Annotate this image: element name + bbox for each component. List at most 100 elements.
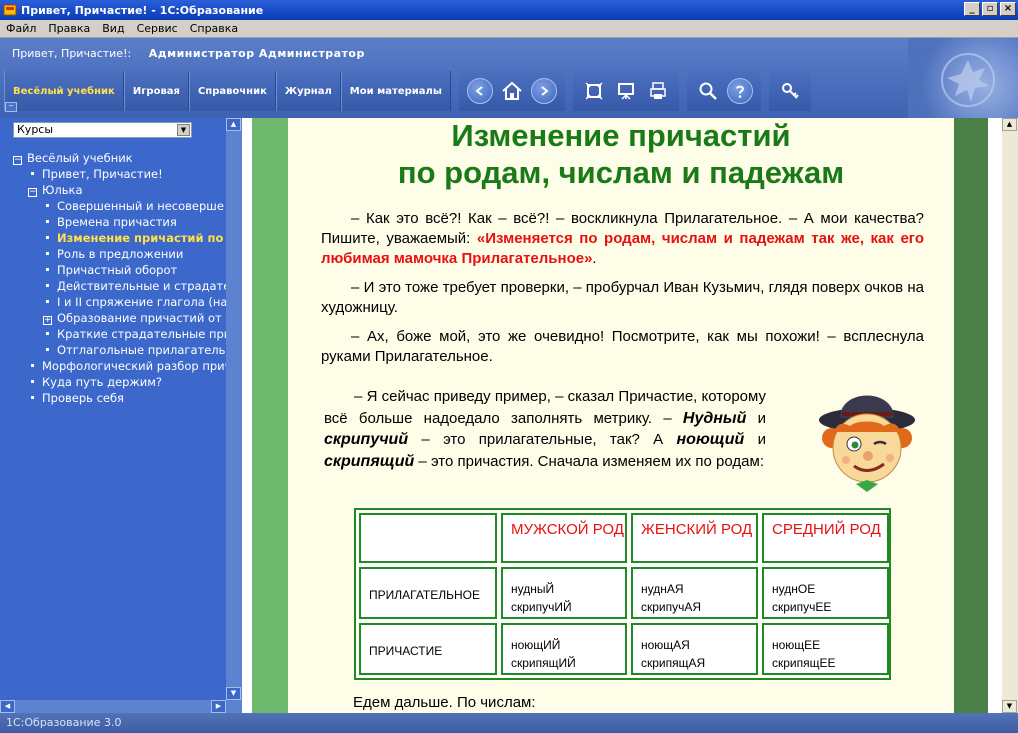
tree-item[interactable]: Времена причастия <box>46 214 177 230</box>
table-cell-word: скрипучАЯ <box>641 600 702 614</box>
scroll-up-icon[interactable]: ▲ <box>226 118 241 131</box>
tab-reference[interactable]: Справочник <box>188 71 276 111</box>
word-nudny: Нудный <box>682 409 747 427</box>
bullet-icon <box>31 172 34 175</box>
collapse-icon[interactable]: − <box>13 156 22 165</box>
table-cell-word: нуднАЯ <box>641 582 684 596</box>
left-green-border <box>252 118 288 713</box>
table-cell: нудныЙ скрипучИЙ <box>501 567 627 619</box>
tree-item[interactable]: Куда путь держим? <box>31 374 162 390</box>
table-cell-word: скрипящЕЕ <box>772 656 836 670</box>
tree-item[interactable]: Морфологический разбор прич <box>31 358 226 374</box>
board-icon <box>617 83 634 100</box>
collapse-icon[interactable]: − <box>28 188 37 197</box>
tree-item-label: Проверь себя <box>42 391 124 405</box>
forward-button[interactable] <box>530 78 557 104</box>
table-cell-word: ноющИЙ <box>511 638 561 652</box>
home-icon <box>502 81 522 100</box>
minimize-button[interactable]: _ <box>964 2 980 16</box>
expand-icon[interactable]: + <box>43 316 52 325</box>
menu-file[interactable]: Файл <box>0 22 42 35</box>
tree-item[interactable]: Изменение причастий по <box>46 230 223 246</box>
back-button[interactable] <box>466 78 493 104</box>
table-cell-word: скрипящАЯ <box>641 656 706 670</box>
tree-item[interactable]: Проверь себя <box>31 390 124 406</box>
key-button[interactable] <box>777 78 803 104</box>
tree-item[interactable]: + Образование причастий от г <box>43 310 226 326</box>
collapse-toggle[interactable]: – <box>5 102 17 112</box>
tree-item[interactable]: Отглагольные прилагательн <box>46 342 226 358</box>
table-header-cell: СРЕДНИЙ РОД <box>762 513 889 563</box>
window-title: Привет, Причастие! - 1С:Образование <box>21 3 264 17</box>
fullscreen-button[interactable] <box>581 78 607 104</box>
app-header: Привет, Причастие!: Администратор Админи… <box>0 38 1018 118</box>
sidebar-horizontal-scrollbar[interactable]: ◀ ▶ <box>0 700 242 713</box>
table-cell-word: скрипящИЙ <box>511 656 576 670</box>
presentation-button[interactable] <box>613 78 639 104</box>
paragraph-2: – И это тоже требует проверки, – пробурч… <box>321 279 924 316</box>
menu-help[interactable]: Справка <box>184 22 244 35</box>
courses-combo[interactable]: Курсы ▼ <box>13 122 192 138</box>
menu-edit[interactable]: Правка <box>42 22 96 35</box>
sidebar: – Курсы ▼ − Весёлый учебник Привет, Причас… <box>0 102 242 713</box>
tree-item-label: Весёлый учебник <box>27 151 133 165</box>
scroll-down-icon[interactable]: ▼ <box>1002 700 1017 713</box>
tree-item-label: Образование причастий от г <box>57 311 226 325</box>
lesson-content: Изменение причастий по родам, числам и п… <box>242 118 1018 713</box>
tree-item-label: Совершенный и несоверше <box>57 199 224 213</box>
table-cell-word: скрипучИЙ <box>511 600 572 614</box>
content-vertical-scrollbar[interactable]: ▲ ▼ <box>1002 118 1018 713</box>
tree-item[interactable]: Причастный оборот <box>46 262 177 278</box>
scroll-left-icon[interactable]: ◀ <box>0 700 15 713</box>
paragraph-3: – Ах, боже мой, это же очевидно! Посмотр… <box>321 328 924 365</box>
home-button[interactable] <box>499 78 525 104</box>
table-header-label: ЖЕНСКИЙ РОД <box>641 521 753 538</box>
tree-item[interactable]: − Весёлый учебник <box>13 150 133 166</box>
tree-item-label: Времена причастия <box>57 215 177 229</box>
close-button[interactable]: × <box>1000 2 1016 16</box>
tree-item[interactable]: I и II спряжение глагола (наг <box>46 294 226 310</box>
menu-view[interactable]: Вид <box>96 22 130 35</box>
tree-item-label: Действительные и страдате <box>57 279 226 293</box>
table-corner-cell <box>359 513 497 563</box>
tree-item[interactable]: Роль в предложении <box>46 246 183 262</box>
search-button[interactable] <box>695 78 721 104</box>
lesson-title-line-1: Изменение причастий <box>451 118 791 153</box>
course-tree: − Весёлый учебник Привет, Причастие! − Юлька… <box>0 150 226 700</box>
tree-item[interactable]: Совершенный и несоверше <box>46 198 224 214</box>
tab-journal[interactable]: Журнал <box>275 71 341 111</box>
table-cell: нуднАЯ скрипучАЯ <box>631 567 758 619</box>
tree-item[interactable]: Привет, Причастие! <box>31 166 163 182</box>
table-cell-word: нудныЙ <box>511 582 555 596</box>
help-button[interactable] <box>726 78 753 104</box>
menu-bar: Файл Правка Вид Сервис Справка <box>0 20 1018 38</box>
scroll-right-icon[interactable]: ▶ <box>211 700 226 713</box>
print-button[interactable] <box>645 78 671 104</box>
table-cell-word: ноющАЯ <box>641 638 690 652</box>
tree-item[interactable]: − Юлька <box>28 182 83 198</box>
tree-item-label: Причастный оборот <box>57 263 178 277</box>
tree-item[interactable]: Краткие страдательные прич <box>46 326 226 342</box>
tab-playroom[interactable]: Игровая <box>123 71 189 111</box>
tab-fun-textbook[interactable]: Весёлый учебник <box>4 71 124 111</box>
tree-item[interactable]: Действительные и страдате <box>46 278 226 294</box>
scroll-up-icon[interactable]: ▲ <box>1002 118 1017 131</box>
chevron-down-icon[interactable]: ▼ <box>177 124 190 136</box>
frame-icon <box>585 82 603 100</box>
table-cell: ноющЕЕ скрипящЕЕ <box>762 623 889 675</box>
table-header-label: СРЕДНИЙ РОД <box>772 521 881 538</box>
boy-character-illustration <box>819 395 915 492</box>
sidebar-vertical-scrollbar[interactable]: ▲ ▼ <box>226 118 242 700</box>
tab-my-materials[interactable]: Мои материалы <box>340 71 451 111</box>
bullet-icon <box>46 236 49 239</box>
menu-service[interactable]: Сервис <box>131 22 184 35</box>
maximize-button[interactable]: ▫ <box>982 2 998 16</box>
extra-controls <box>768 71 811 111</box>
scroll-down-icon[interactable]: ▼ <box>226 687 241 700</box>
app-icon <box>3 4 17 16</box>
bullet-icon <box>46 348 49 351</box>
bullet-icon <box>31 380 34 383</box>
lesson-page: Изменение причастий по родам, числам и п… <box>288 118 954 713</box>
tree-item-label: Куда путь держим? <box>42 375 163 389</box>
word-skripuchy: скрипучий <box>324 431 409 448</box>
